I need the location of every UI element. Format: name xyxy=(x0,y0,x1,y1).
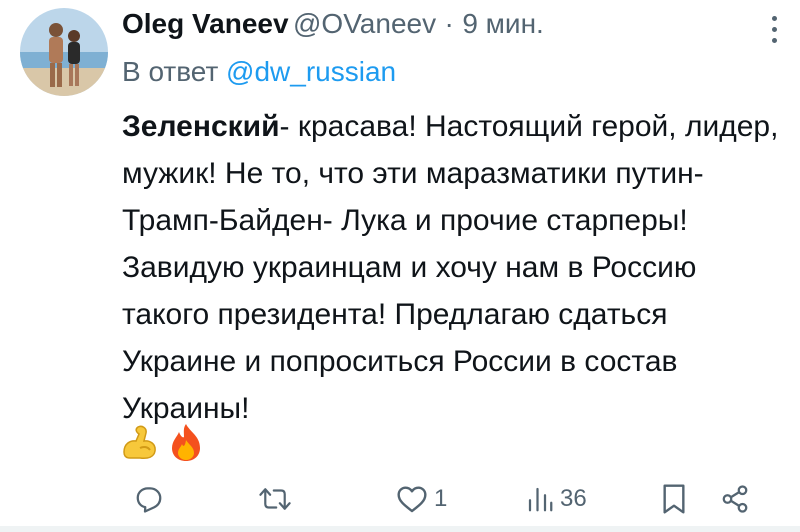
author-handle[interactable]: @OVaneev xyxy=(293,8,436,39)
flexed-biceps-icon xyxy=(123,425,156,459)
like-count: 1 xyxy=(434,485,448,512)
reply-mention-link[interactable]: @dw_russian xyxy=(226,56,396,87)
reply-button[interactable] xyxy=(134,474,170,524)
retweet-button[interactable] xyxy=(258,474,298,524)
divider xyxy=(0,526,800,532)
reply-prefix: В ответ xyxy=(122,56,219,87)
tweet-actions: 1 36 xyxy=(120,474,760,524)
tweet-text-bold: Зеленский xyxy=(122,110,280,143)
avatar-photo xyxy=(20,8,108,96)
reply-icon xyxy=(136,487,162,513)
tweet-text: Зеленский- красава! Настоящий герой, лид… xyxy=(122,103,782,432)
share-button[interactable] xyxy=(720,474,750,524)
timestamp[interactable]: 9 мин. xyxy=(462,8,543,39)
retweet-icon xyxy=(259,488,291,510)
author-name[interactable]: Oleg Vaneev xyxy=(122,8,289,39)
share-icon xyxy=(722,485,748,513)
views-icon xyxy=(528,487,553,512)
tweet-header: Oleg Vaneev @OVaneev · 9 мин. xyxy=(122,8,760,48)
bookmark-icon xyxy=(663,484,685,514)
emoji-row xyxy=(120,420,204,464)
more-options-icon[interactable] xyxy=(762,16,786,56)
bookmark-button[interactable] xyxy=(662,474,686,524)
like-button[interactable]: 1 xyxy=(396,474,447,524)
reply-to-line: В ответ @dw_russian xyxy=(122,56,396,88)
views-button[interactable]: 36 xyxy=(526,474,587,524)
fire-icon xyxy=(172,424,200,461)
separator-dot: · xyxy=(444,8,454,39)
tweet-text-body: - красава! Настоящий герой, лидер, мужик… xyxy=(122,110,779,425)
views-count: 36 xyxy=(560,485,587,512)
heart-icon xyxy=(397,486,427,513)
avatar[interactable] xyxy=(20,8,108,96)
